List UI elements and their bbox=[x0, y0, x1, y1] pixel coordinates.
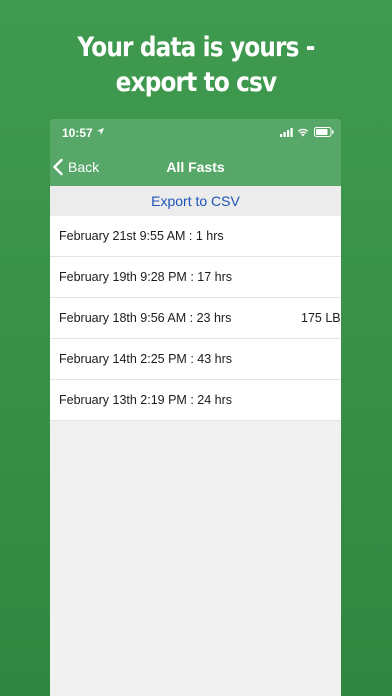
export-csv-button[interactable]: Export to CSV bbox=[50, 186, 341, 216]
fast-entry-label: February 19th 9:28 PM : 17 hrs bbox=[59, 270, 233, 284]
fast-entry-label: February 13th 2:19 PM : 24 hrs bbox=[59, 393, 233, 407]
list-item[interactable]: February 19th 9:28 PM : 17 hrs bbox=[50, 257, 341, 298]
navigation-bar: 10:57 Back All Fasts bbox=[50, 119, 341, 186]
fast-entry-label: February 14th 2:25 PM : 43 hrs bbox=[59, 352, 233, 366]
fast-entry-label: February 18th 9:56 AM : 23 hrs bbox=[59, 311, 232, 325]
promo-headline: Your data is yours - export to csv bbox=[27, 30, 364, 100]
status-bar: 10:57 bbox=[50, 119, 341, 147]
battery-icon bbox=[314, 127, 334, 137]
location-arrow-icon bbox=[96, 127, 105, 136]
promo-headline-line-1: Your data is yours - bbox=[77, 32, 315, 63]
fasts-list: February 21st 9:55 AM : 1 hrs February 1… bbox=[50, 216, 341, 421]
status-time: 10:57 bbox=[62, 126, 93, 140]
phone-screen: 10:57 Back All Fasts Export to CSV Febru… bbox=[50, 119, 341, 696]
signal-icon bbox=[280, 128, 293, 137]
promo-headline-line-2: export to csv bbox=[115, 67, 277, 98]
list-item[interactable]: February 13th 2:19 PM : 24 hrs bbox=[50, 380, 341, 421]
list-item[interactable]: February 21st 9:55 AM : 1 hrs bbox=[50, 216, 341, 257]
page-title: All Fasts bbox=[166, 159, 225, 175]
fast-entry-weight: 175 LB bbox=[301, 311, 341, 325]
fast-entry-label: February 21st 9:55 AM : 1 hrs bbox=[59, 229, 224, 243]
export-csv-label: Export to CSV bbox=[151, 193, 240, 209]
list-item[interactable]: February 18th 9:56 AM : 23 hrs 175 LB bbox=[50, 298, 341, 339]
list-item[interactable]: February 14th 2:25 PM : 43 hrs bbox=[50, 339, 341, 380]
wifi-icon bbox=[297, 128, 309, 137]
